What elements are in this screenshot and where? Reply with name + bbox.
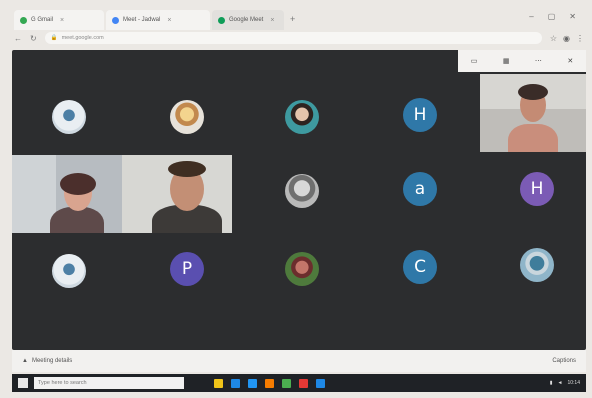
tab-title: Google Meet xyxy=(229,17,264,23)
meet-top-toolbar: ▭ ▦ ⋯ ✕ xyxy=(458,50,586,72)
person-shape xyxy=(168,161,206,177)
tab-gmail[interactable]: G Gmail × xyxy=(14,10,104,30)
meeting-details-label: Meeting details xyxy=(31,358,73,364)
grid-icon[interactable]: ▦ xyxy=(503,57,510,65)
profile-icon[interactable]: ◉ xyxy=(563,34,570,43)
meet-call-area: ▭ ▦ ⋯ ✕ H a H P C xyxy=(12,50,586,350)
network-icon[interactable]: ▮ xyxy=(550,380,553,386)
avatar-initial: C xyxy=(414,257,426,277)
new-tab-button[interactable]: + xyxy=(290,14,295,24)
participant-avatar[interactable] xyxy=(285,100,319,134)
calendar-favicon-icon xyxy=(112,16,119,24)
gmail-favicon-icon xyxy=(20,16,27,24)
close-window-button[interactable]: ✕ xyxy=(569,12,576,21)
participant-avatar[interactable]: P xyxy=(170,252,204,286)
reload-icon[interactable]: ↻ xyxy=(30,34,37,43)
address-text: meet.google.com xyxy=(61,35,104,41)
meeting-details[interactable]: ▲ Meeting details xyxy=(22,358,72,364)
volume-icon[interactable]: ◄ xyxy=(558,380,563,386)
address-bar-row: ← ↻ 🔒 meet.google.com ☆ ◉ ⋮ xyxy=(14,30,584,46)
search-placeholder: Type here to search xyxy=(38,380,87,386)
tab-meet-schedule[interactable]: Meet - Jadwal × xyxy=(106,10,210,30)
minimize-button[interactable]: – xyxy=(529,12,533,21)
meeting-icon: ▲ xyxy=(22,358,28,364)
windows-start-icon[interactable] xyxy=(18,378,28,388)
tab-title: Meet - Jadwal xyxy=(123,17,161,23)
store-icon[interactable] xyxy=(248,378,257,388)
close-tab-icon[interactable]: × xyxy=(167,17,171,24)
address-input[interactable]: 🔒 meet.google.com xyxy=(44,32,542,44)
meet-bottom-bar: ▲ Meeting details Captions xyxy=(12,350,586,372)
captions-button[interactable]: Captions xyxy=(552,358,576,364)
chrome-icon[interactable] xyxy=(282,378,291,388)
app-icon[interactable] xyxy=(299,378,308,388)
participant-avatar[interactable] xyxy=(170,100,204,134)
avatar-initial: H xyxy=(530,179,544,199)
person-shape xyxy=(508,124,558,152)
close-icon[interactable]: ✕ xyxy=(567,57,573,65)
tab-title: G Gmail xyxy=(31,17,54,23)
menu-icon[interactable]: ⋮ xyxy=(576,34,584,43)
avatar-initial: P xyxy=(181,259,193,279)
layout-icon[interactable]: ▭ xyxy=(471,57,478,65)
meet-favicon-icon xyxy=(218,16,225,24)
person-shape xyxy=(518,84,548,100)
word-icon[interactable] xyxy=(316,378,325,388)
participant-video-tile[interactable] xyxy=(12,155,232,233)
participant-avatar[interactable]: H xyxy=(403,98,437,132)
tab-google-meet[interactable]: Google Meet × xyxy=(212,10,284,30)
avatar-initial: H xyxy=(413,105,427,125)
close-tab-icon[interactable]: × xyxy=(270,17,274,24)
star-icon[interactable]: ☆ xyxy=(550,34,557,43)
participant-avatar[interactable]: H xyxy=(520,172,554,206)
participant-avatar[interactable]: a xyxy=(403,172,437,206)
browser-tab-strip: G Gmail × Meet - Jadwal × Google Meet × … xyxy=(0,8,592,30)
lock-icon: 🔒 xyxy=(50,35,58,41)
participant-avatar[interactable] xyxy=(52,100,86,134)
participant-avatar[interactable]: C xyxy=(403,250,437,284)
participant-avatar[interactable] xyxy=(285,174,319,208)
desktop-screen: G Gmail × Meet - Jadwal × Google Meet × … xyxy=(0,0,592,398)
more-options-icon[interactable]: ⋯ xyxy=(535,57,542,65)
avatar-initial: a xyxy=(414,179,426,199)
edge-icon[interactable] xyxy=(231,378,240,388)
back-icon[interactable]: ← xyxy=(14,34,22,43)
app-icon[interactable] xyxy=(265,378,274,388)
taskbar-search-input[interactable]: Type here to search xyxy=(34,377,184,389)
system-tray: ▮ ◄ 10:14 xyxy=(550,380,580,386)
windows-taskbar: Type here to search ▮ ◄ 10:14 xyxy=(12,374,586,392)
participant-avatar[interactable] xyxy=(520,248,554,282)
clock[interactable]: 10:14 xyxy=(567,380,580,386)
close-tab-icon[interactable]: × xyxy=(60,17,64,24)
browser-actions: ☆ ◉ ⋮ xyxy=(550,34,584,43)
participant-avatar[interactable] xyxy=(52,254,86,288)
participant-avatar[interactable] xyxy=(285,252,319,286)
maximize-button[interactable]: ▢ xyxy=(548,12,556,21)
taskbar-app-icons xyxy=(214,378,325,388)
window-controls: – ▢ ✕ xyxy=(529,12,576,21)
file-explorer-icon[interactable] xyxy=(214,378,223,388)
participant-video-tile[interactable] xyxy=(480,74,586,152)
person-shape xyxy=(60,173,96,195)
